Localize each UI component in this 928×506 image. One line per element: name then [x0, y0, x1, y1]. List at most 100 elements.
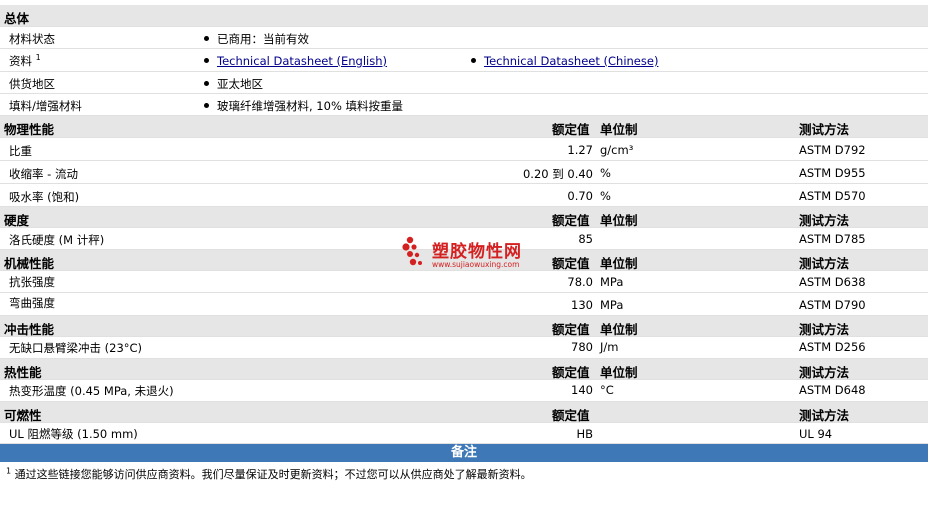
row-method: ASTM D955: [799, 166, 866, 180]
row-label: 收缩率 - 流动: [9, 167, 78, 181]
row-label: 吸水率 (饱和): [9, 190, 80, 204]
section-header-impact: 冲击性能 额定值 单位制 测试方法: [0, 316, 928, 337]
rated-header: 额定值: [552, 408, 590, 423]
row-value: 1.27: [567, 143, 593, 157]
unit-header: 单位制: [600, 122, 638, 137]
footnote-text: 通过这些链接您能够访问供应商资料。我们尽量保证及时更新资料；不过您可以从供应商处…: [14, 468, 532, 481]
row-value: 140: [571, 383, 593, 397]
section-title: 热性能: [4, 365, 42, 380]
footnote: 1 通过这些链接您能够访问供应商资料。我们尽量保证及时更新资料；不过您可以从供应…: [6, 466, 532, 482]
footnote-ref: 1: [6, 466, 12, 476]
method-header: 测试方法: [799, 322, 850, 337]
section-header-hardness: 硬度 额定值 单位制 测试方法: [0, 207, 928, 228]
bullet-item: Technical Datasheet (English): [204, 54, 387, 68]
table-row: 抗张强度 78.0 MPa ASTM D638: [0, 271, 928, 293]
general-row-region: 供货地区 亚太地区: [0, 72, 928, 94]
row-value: 玻璃纤维增强材料, 10% 填料按重量: [217, 99, 404, 113]
row-value: 0.20 到 0.40: [522, 167, 593, 181]
footnote-ref: 1: [35, 53, 41, 63]
row-label: 抗张强度: [9, 275, 55, 289]
method-header: 测试方法: [799, 213, 850, 228]
row-value: 130: [571, 298, 593, 312]
table-row: 收缩率 - 流动 0.20 到 0.40 % ASTM D955: [0, 161, 928, 184]
row-value: 85: [578, 232, 593, 246]
section-header-flammability: 可燃性 额定值 测试方法: [0, 402, 928, 423]
unit-header: 单位制: [600, 322, 638, 337]
bullet-item: Technical Datasheet (Chinese): [471, 54, 658, 68]
watermark-url: www.sujiaowuxing.com: [432, 260, 520, 269]
notes-header: 备注: [0, 444, 928, 462]
unit-header: 单位制: [600, 256, 638, 271]
row-label: 洛氏硬度 (M 计秤): [9, 233, 105, 247]
row-unit: °C: [600, 383, 614, 397]
table-row: 热变形温度 (0.45 MPa, 未退火) 140 °C ASTM D648: [0, 380, 928, 402]
unit-header: 单位制: [600, 213, 638, 228]
row-method: ASTM D792: [799, 143, 866, 157]
row-unit: MPa: [600, 298, 624, 312]
row-value: HB: [576, 427, 593, 441]
resources-label: 资料: [9, 54, 32, 68]
row-method: ASTM D785: [799, 232, 866, 246]
unit-header: 单位制: [600, 365, 638, 380]
row-method: ASTM D570: [799, 189, 866, 203]
method-header: 测试方法: [799, 122, 850, 137]
rated-header: 额定值: [552, 365, 590, 380]
row-method: UL 94: [799, 427, 833, 441]
rated-header: 额定值: [552, 213, 590, 228]
bullet-item: 已商用：当前有效: [204, 31, 309, 47]
table-row: 吸水率 (饱和) 0.70 % ASTM D570: [0, 184, 928, 207]
table-row: 弯曲强度 130 MPa ASTM D790: [0, 293, 928, 316]
bullet-icon: [471, 58, 476, 63]
section-title: 总体: [4, 11, 30, 26]
rated-header: 额定值: [552, 256, 590, 271]
section-title: 物理性能: [4, 122, 55, 137]
bullet-icon: [204, 81, 209, 86]
section-title: 硬度: [4, 213, 30, 228]
rated-header: 额定值: [552, 122, 590, 137]
table-row: 无缺口悬臂梁冲击 (23°C) 780 J/m ASTM D256: [0, 337, 928, 359]
method-header: 测试方法: [799, 256, 850, 271]
section-header-physical: 物理性能 额定值 单位制 测试方法: [0, 116, 928, 138]
row-value: 亚太地区: [217, 77, 263, 91]
row-method: ASTM D790: [799, 298, 866, 312]
general-row-filler: 填料/增强材料 玻璃纤维增强材料, 10% 填料按重量: [0, 94, 928, 116]
datasheet-english-link[interactable]: Technical Datasheet (English): [217, 54, 387, 68]
method-header: 测试方法: [799, 408, 850, 423]
row-unit: %: [600, 189, 611, 203]
table-row: 比重 1.27 g/cm³ ASTM D792: [0, 138, 928, 161]
row-unit: %: [600, 166, 611, 180]
general-row-resources: 资料 1 Technical Datasheet (English) Techn…: [0, 49, 928, 72]
row-method: ASTM D648: [799, 383, 866, 397]
watermark-logo-icon: [402, 236, 422, 266]
method-header: 测试方法: [799, 365, 850, 380]
row-label: 填料/增强材料: [9, 99, 82, 113]
row-label: 材料状态: [9, 32, 55, 46]
row-value: 已商用：当前有效: [217, 32, 309, 46]
row-label: 热变形温度 (0.45 MPa, 未退火): [9, 384, 174, 398]
section-title: 冲击性能: [4, 322, 55, 337]
row-value: 0.70: [567, 189, 593, 203]
watermark: 塑胶物性网 www.sujiaowuxing.com: [402, 236, 532, 272]
notes-title: 备注: [450, 445, 477, 460]
bullet-icon: [204, 58, 209, 63]
row-method: ASTM D256: [799, 340, 866, 354]
section-header-general: 总体: [0, 5, 928, 27]
row-method: ASTM D638: [799, 275, 866, 289]
row-label: 弯曲强度: [9, 296, 55, 310]
row-label: 资料 1: [9, 53, 41, 69]
bullet-icon: [204, 103, 209, 108]
row-value: 780: [571, 340, 593, 354]
general-row-status: 材料状态 已商用：当前有效: [0, 27, 928, 49]
row-unit: J/m: [600, 340, 619, 354]
datasheet-chinese-link[interactable]: Technical Datasheet (Chinese): [484, 54, 658, 68]
row-unit: g/cm³: [600, 143, 634, 157]
row-label: 无缺口悬臂梁冲击 (23°C): [9, 341, 143, 355]
section-title: 可燃性: [4, 408, 42, 423]
section-header-thermal: 热性能 额定值 单位制 测试方法: [0, 359, 928, 380]
row-unit: MPa: [600, 275, 624, 289]
row-label: 比重: [9, 144, 32, 158]
rated-header: 额定值: [552, 322, 590, 337]
row-label: UL 阻燃等级 (1.50 mm): [9, 427, 138, 441]
section-title: 机械性能: [4, 256, 55, 271]
bullet-item: 玻璃纤维增强材料, 10% 填料按重量: [204, 98, 403, 114]
